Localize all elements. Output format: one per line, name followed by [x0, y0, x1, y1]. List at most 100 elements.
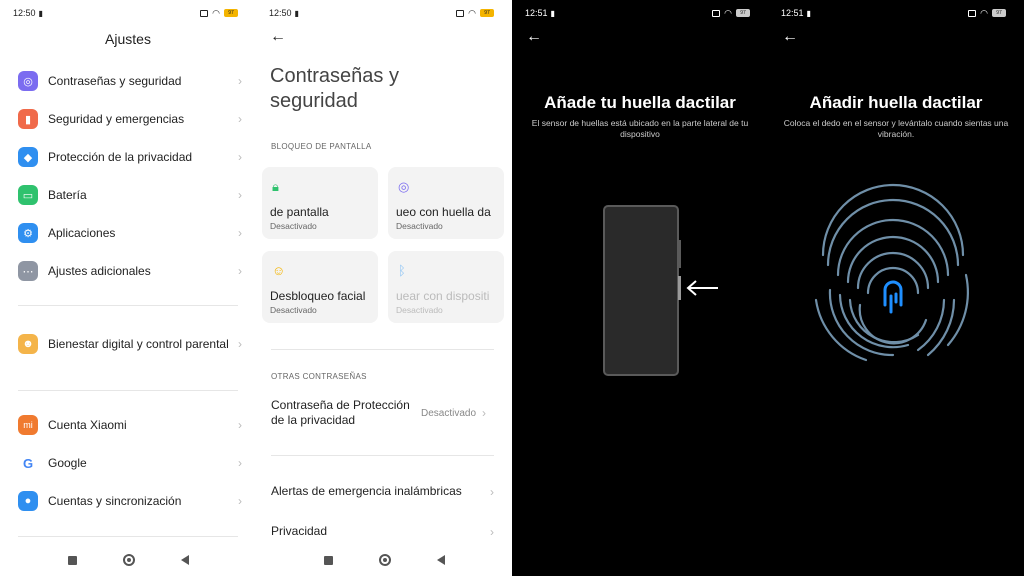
section-header: OTRAS CONTRASEÑAS — [271, 372, 367, 381]
settings-item-label: Google — [48, 456, 87, 470]
section-header: BLOQUEO DE PANTALLA — [271, 142, 372, 151]
card-title: de pantalla — [270, 205, 329, 219]
settings-item-label: Seguridad y emergencias — [48, 112, 185, 126]
card-status: Desactivado — [396, 305, 443, 315]
more-icon: ⋯ — [18, 261, 38, 281]
item-value: Desactivado — [421, 407, 477, 419]
wellbeing-icon: ☻ — [18, 334, 38, 354]
settings-item-google[interactable]: G Google › — [18, 453, 242, 473]
sim-icon — [200, 9, 209, 17]
divider — [18, 536, 238, 537]
divider — [18, 390, 238, 391]
divider — [271, 349, 494, 350]
notification-icon: ▮ — [294, 8, 299, 18]
chevron-right-icon: › — [238, 264, 242, 278]
settings-item-label: Bienestar digital y control parental — [48, 337, 229, 351]
chevron-right-icon: › — [238, 494, 242, 508]
back-button[interactable] — [436, 555, 445, 565]
settings-panel: 12:50 ▮ ◠ 97 Ajustes ◎ Contraseñas y segur… — [0, 0, 256, 576]
face-icon: ☺ — [272, 263, 286, 278]
settings-item-safety[interactable]: ▮ Seguridad y emergencias › — [18, 109, 242, 129]
recents-button[interactable] — [323, 555, 333, 565]
sim-icon — [456, 9, 465, 17]
emergency-alerts-item[interactable]: Alertas de emergencia inalámbricas › — [271, 484, 494, 499]
chevron-right-icon: › — [482, 406, 487, 420]
battery-icon: 97 — [480, 9, 494, 17]
back-arrow-icon[interactable]: ← — [270, 28, 286, 46]
passwords-security-panel: 12:50 ▮ ◠ 97 ← Contraseñas y seguridad BLO… — [256, 0, 512, 576]
chevron-right-icon: › — [490, 484, 494, 499]
fingerprint-unlock-card[interactable]: ◎ ueo con huella da Desactivado — [388, 167, 504, 239]
card-status: Desactivado — [270, 305, 317, 315]
nav-bar — [256, 552, 512, 568]
nav-bar — [0, 552, 256, 568]
settings-item-additional[interactable]: ⋯ Ajustes adicionales › — [18, 261, 242, 281]
card-title: ueo con huella da — [396, 205, 491, 219]
item-label: Privacidad — [271, 524, 328, 538]
status-bar: 12:50 ▮ ◠ 97 — [269, 6, 494, 20]
face-unlock-card[interactable]: ☺ Desbloqueo facial Desactivado — [262, 251, 378, 323]
status-time: 12:50 — [269, 8, 292, 18]
battery-settings-icon: ▭ — [18, 185, 38, 205]
privacy-password-item[interactable]: Contraseña de Protección de la privacida… — [271, 398, 494, 428]
recents-button[interactable] — [67, 555, 77, 565]
phone-side-sensor-illustration — [603, 205, 718, 376]
device-unlock-card[interactable]: ᛒ uear con dispositi Desactivado — [388, 251, 504, 323]
chevron-right-icon: › — [238, 188, 242, 202]
add-fingerprint-scan-panel: 12:51 ▮ ◠ 97 ← Añadir huella dactilar Colo… — [768, 0, 1024, 576]
xiaomi-icon: mi — [18, 415, 38, 435]
divider — [18, 305, 238, 306]
chevron-right-icon: › — [238, 337, 242, 351]
chevron-right-icon: › — [238, 418, 242, 432]
status-bar: 12:50 ▮ ◠ 97 — [13, 6, 238, 20]
settings-item-passwords[interactable]: ◎ Contraseñas y seguridad › — [18, 71, 242, 91]
chevron-right-icon: › — [238, 112, 242, 126]
chevron-right-icon: › — [490, 524, 494, 539]
shield-icon: ◆ — [18, 147, 38, 167]
chevron-right-icon: › — [238, 226, 242, 240]
card-status: Desactivado — [270, 221, 317, 231]
settings-item-label: Cuenta Xiaomi — [48, 418, 127, 432]
bluetooth-icon: ᛒ — [398, 263, 406, 278]
fingerprint-icon: ◎ — [18, 71, 38, 91]
page-title: Contraseñas y seguridad — [270, 65, 399, 112]
settings-item-label: Protección de la privacidad — [48, 150, 193, 164]
settings-item-privacy[interactable]: ◆ Protección de la privacidad › — [18, 147, 242, 167]
status-time: 12:50 — [13, 8, 36, 18]
settings-item-apps[interactable]: ⚙ Aplicaciones › — [18, 223, 242, 243]
chevron-right-icon: › — [238, 150, 242, 164]
account-icon: ● — [18, 491, 38, 511]
back-button[interactable] — [180, 555, 189, 565]
screen-lock-card[interactable]: 🔒︎ de pantalla Desactivado — [262, 167, 378, 239]
battery-icon: 97 — [224, 9, 238, 17]
settings-item-label: Contraseñas y seguridad — [48, 74, 182, 88]
card-title: uear con dispositi — [396, 289, 490, 303]
settings-item-label: Aplicaciones — [48, 226, 116, 240]
settings-item-label: Batería — [48, 188, 87, 202]
divider — [271, 455, 494, 456]
home-button[interactable] — [122, 554, 135, 566]
settings-item-label: Cuentas y sincronización — [48, 494, 182, 508]
add-fingerprint-intro-panel: 12:51 ▮ ◠ 97 ← Añade tu huella dactilar El… — [512, 0, 768, 576]
lock-icon: 🔒︎ — [272, 179, 279, 194]
page-title: Ajustes — [105, 31, 151, 47]
chevron-right-icon: › — [238, 456, 242, 470]
card-status: Desactivado — [396, 221, 443, 231]
item-label: Alertas de emergencia inalámbricas — [271, 484, 462, 498]
gear-icon: ⚙ — [18, 223, 38, 243]
card-title: Desbloqueo facial — [270, 289, 366, 303]
settings-item-wellbeing[interactable]: ☻ Bienestar digital y control parental › — [18, 334, 242, 354]
settings-item-battery[interactable]: ▭ Batería › — [18, 185, 242, 205]
settings-item-accounts-sync[interactable]: ● Cuentas y sincronización › — [18, 491, 242, 511]
home-button[interactable] — [378, 554, 391, 566]
fingerprint-scan-icon — [814, 183, 969, 362]
privacy-item[interactable]: Privacidad › — [271, 524, 494, 539]
wifi-icon: ◠ — [468, 7, 476, 18]
item-label: Contraseña de Protección de la privacida… — [271, 398, 410, 427]
safety-icon: ▮ — [18, 109, 38, 129]
settings-item-xiaomi-account[interactable]: mi Cuenta Xiaomi › — [18, 415, 242, 435]
google-icon: G — [18, 453, 38, 473]
settings-item-label: Ajustes adicionales — [48, 264, 151, 278]
chevron-right-icon: › — [238, 74, 242, 88]
notification-icon: ▮ — [38, 8, 43, 18]
